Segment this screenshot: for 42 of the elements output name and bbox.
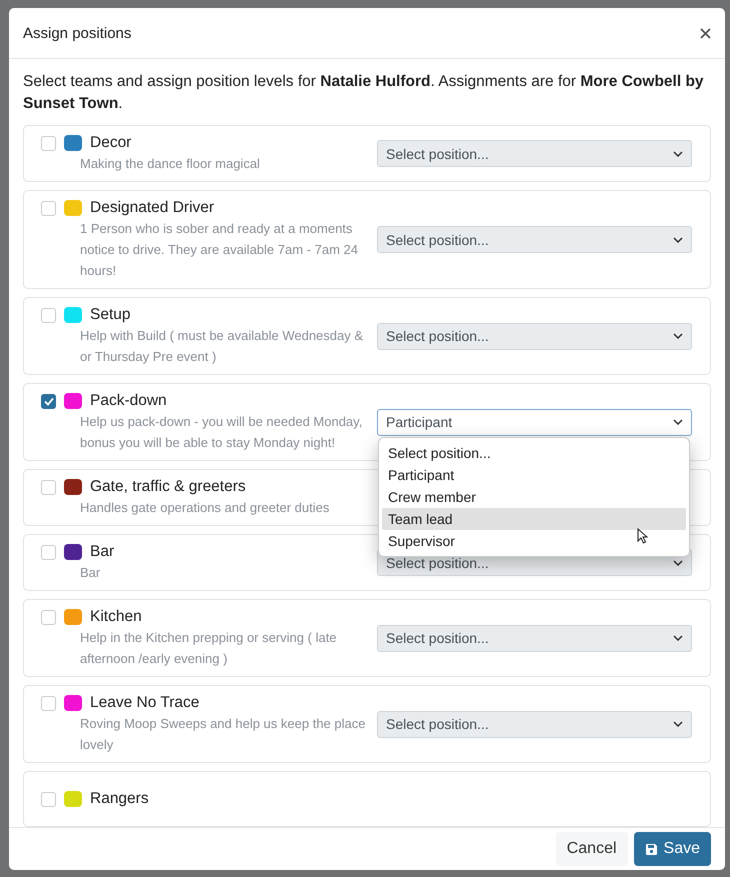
save-button[interactable]: Save [634, 832, 711, 866]
team-description: Handles gate operations and greeter duties [80, 499, 330, 517]
dropdown-option[interactable]: Team lead [382, 508, 686, 530]
position-select[interactable]: Select position... [377, 226, 692, 253]
chevron-down-icon [673, 560, 683, 566]
dropdown-option[interactable]: Crew member [382, 486, 686, 508]
team-name: Bar [90, 543, 114, 561]
team-name: Designated Driver [90, 199, 214, 217]
team-name: Pack-down [90, 392, 167, 410]
team-description: Bar [80, 564, 102, 582]
position-select[interactable]: Select position... [377, 624, 692, 652]
checkbox[interactable] [41, 394, 56, 408]
chevron-down-icon [673, 419, 683, 425]
team-description: Help in the Kitchen prepping or serving ( late afternoon /early evening ) [80, 629, 338, 668]
team-name: Rangers [90, 790, 149, 808]
chevron-down-icon [673, 236, 683, 242]
team-description: 1 Person who is sober and ready at a moments notice to drive. They are available 7am - 7am 24 hours! [80, 220, 359, 280]
position-select[interactable]: Participant [377, 408, 692, 436]
team-name: Gate, traffic & greeters [90, 478, 246, 496]
team-description: Making the dance floor magical [80, 155, 261, 173]
team-name: Decor [90, 134, 132, 152]
dialog-title: Assign positions [23, 24, 132, 42]
dropdown-option[interactable]: Supervisor [382, 530, 686, 552]
team-name: Setup [90, 306, 131, 324]
position-select[interactable]: Select position... [377, 322, 692, 350]
close-icon[interactable] [700, 28, 711, 38]
intro-text: Select teams and assign position levels for Natalie Hulford. Assignments are for More Cowbell by Sunset Town. [23, 72, 705, 114]
chevron-down-icon [673, 635, 683, 641]
mouse-pointer-icon [637, 528, 648, 544]
position-select[interactable]: Select position... [377, 710, 692, 738]
chevron-down-icon [673, 150, 683, 156]
team-description: Roving Moop Sweeps and help us keep the place lovely [80, 715, 366, 754]
cancel-button[interactable]: Cancel [556, 832, 628, 866]
team-name: Leave No Trace [90, 694, 200, 712]
chevron-down-icon [673, 721, 683, 727]
team-description: Help with Build ( must be available Wednesday & or Thursday Pre event ) [80, 327, 364, 366]
dropdown-option[interactable]: Select position... [382, 442, 686, 464]
position-select[interactable]: Select position... [377, 140, 692, 167]
dropdown-option[interactable]: Participant [382, 464, 686, 486]
chevron-down-icon [673, 333, 683, 339]
team-name: Kitchen [90, 608, 142, 626]
team-description: Help us pack-down - you will be needed Monday, bonus you will be able to stay Monday night! [80, 413, 364, 452]
